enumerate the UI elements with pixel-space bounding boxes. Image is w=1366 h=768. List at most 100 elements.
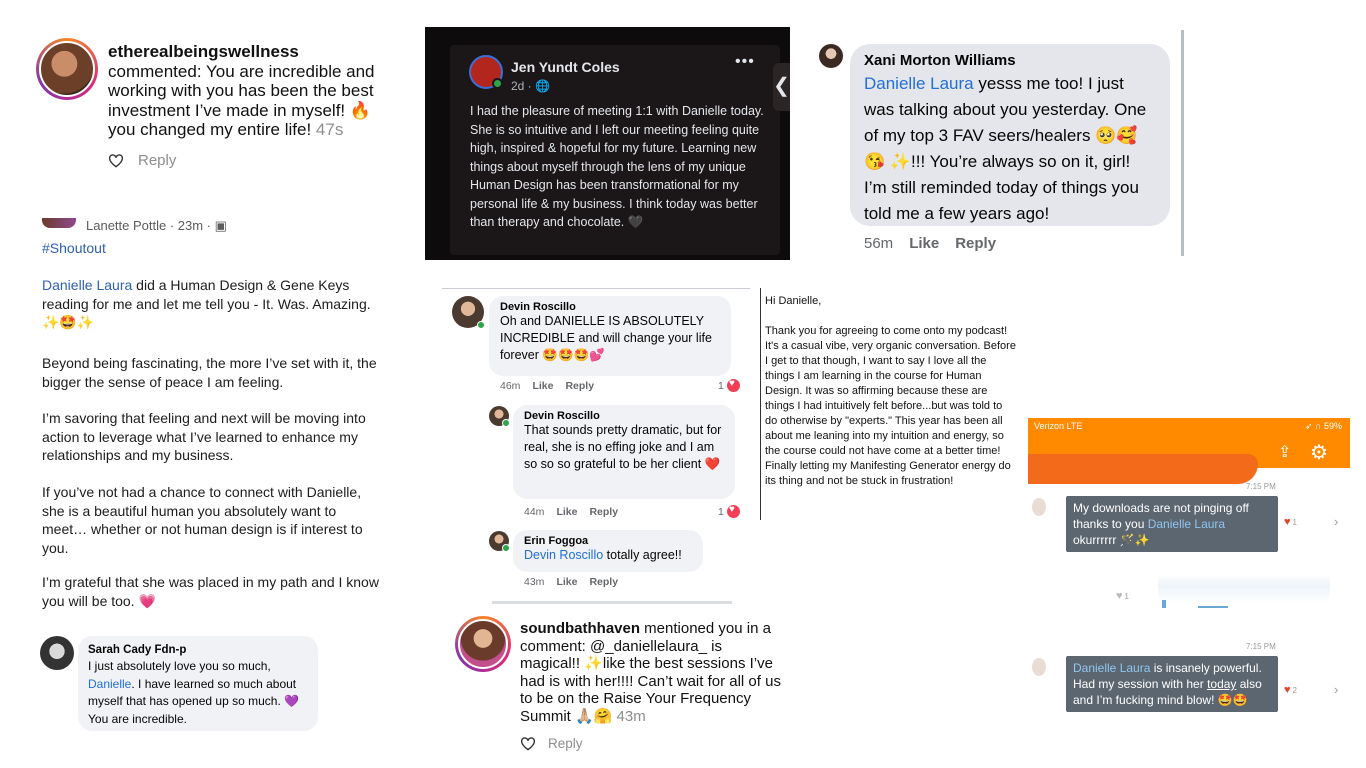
message-text: okurrrrrr 🪄✨ (1073, 533, 1150, 547)
comment-text: etherealbeingswellness commented: You ar… (108, 42, 398, 140)
redaction-mark (1162, 600, 1166, 608)
avatar[interactable] (455, 616, 511, 672)
paragraph-4: If you’ve not had a chance to connect wi… (42, 484, 363, 556)
avatar[interactable] (1032, 498, 1046, 516)
facebook-post-jen: Jen Yundt Coles 2d · 🌐 ••• ❮ I had the p… (425, 27, 790, 260)
reply-button[interactable]: Reply (955, 235, 996, 252)
facebook-comment-xani: Xani Morton Williams Danielle Laura yess… (815, 30, 1187, 258)
mention-link[interactable]: Danielle Laura (1148, 517, 1225, 531)
username[interactable]: soundbathhaven (520, 620, 640, 637)
redaction-smudge (1158, 574, 1330, 604)
timestamp: 7:15 PM (1246, 642, 1276, 651)
mention-link[interactable]: Danielle Laura (42, 277, 132, 293)
timestamp: 43m (616, 707, 646, 725)
comment-text: I just absolutely love you so much, Dani… (88, 658, 308, 728)
reaction-number: 1 (718, 379, 724, 392)
like-count[interactable]: ♥ 2 (1284, 684, 1297, 696)
heart-icon[interactable] (108, 153, 124, 168)
timestamp: 47s (315, 120, 344, 139)
redaction-scribble (1028, 454, 1258, 484)
like-button[interactable]: Like (556, 506, 577, 518)
avatar[interactable] (452, 296, 485, 329)
timestamp: 43m (524, 576, 545, 588)
paragraph-3: I’m savoring that feeling and next will … (42, 410, 366, 463)
comment-actions: 56m Like Reply (864, 235, 996, 252)
timestamp: 46m (500, 380, 521, 392)
reply-button[interactable]: Reply (138, 152, 176, 169)
comment-actions: Reply (108, 152, 176, 169)
like-button[interactable]: Like (909, 235, 939, 252)
heart-icon: ♥ (1284, 684, 1291, 696)
paragraph-2: Beyond being fascinating, the more I’ve … (42, 355, 377, 390)
chevron-right-icon[interactable]: › (1334, 682, 1338, 697)
avatar[interactable] (489, 531, 510, 552)
heart-icon: ♥ (1116, 590, 1123, 602)
instagram-comment-soundbathhaven: soundbathhaven mentioned you in a commen… (455, 612, 785, 762)
reply-button[interactable]: Reply (565, 380, 594, 392)
like-button[interactable]: Like (532, 380, 553, 392)
instagram-comment-ethereal: etherealbeingswellness commented: You ar… (30, 28, 400, 178)
reply-button[interactable]: Reply (548, 736, 583, 751)
divider (492, 601, 732, 604)
message-bubble: Danielle Laura is insanely powerful. Had… (1066, 656, 1278, 712)
gear-icon[interactable]: ⚙ (1310, 440, 1328, 465)
love-icon (726, 504, 740, 518)
avatar[interactable] (469, 55, 503, 89)
more-options-icon[interactable]: ••• (735, 53, 755, 71)
reply-button[interactable]: Reply (589, 506, 618, 518)
mention-link[interactable]: Danielle (88, 677, 131, 691)
mention-link[interactable]: Danielle Laura (1073, 661, 1150, 675)
divider (760, 288, 761, 520)
like-count[interactable]: ♥ 1 (1284, 516, 1297, 528)
mention-link[interactable]: Devin Roscillo (524, 548, 603, 562)
like-count[interactable]: ♥ 1 (1116, 590, 1129, 602)
comment-actions: Reply (520, 736, 583, 751)
share-icon[interactable]: ⇪ (1278, 442, 1296, 462)
message-bubble: My downloads are not pinging off thanks … (1066, 496, 1278, 552)
comment-bubble: Sarah Cady Fdn-p I just absolutely love … (78, 636, 318, 731)
avatar[interactable] (819, 44, 843, 68)
reaction-count[interactable]: 1 (718, 378, 740, 392)
avatar[interactable] (40, 636, 74, 670)
online-indicator (502, 544, 510, 552)
avatar[interactable] (36, 38, 98, 100)
chevron-right-icon[interactable]: › (1334, 514, 1338, 529)
comment-author[interactable]: Devin Roscillo (524, 410, 724, 422)
post-author[interactable]: Jen Yundt Coles (511, 59, 620, 75)
post-meta: 2d · 🌐 (511, 79, 550, 93)
avatar[interactable] (1032, 658, 1046, 676)
comment-text: Oh and DANIELLE IS ABSOLUTELY INCREDIBLE… (500, 314, 712, 362)
comment-actions: 43m Like Reply (524, 576, 618, 588)
heart-icon: ♥ (1284, 516, 1291, 528)
comment-text: Devin Roscillo totally agree!! (524, 547, 692, 564)
username[interactable]: etherealbeingswellness (108, 42, 299, 61)
online-indicator (477, 321, 485, 329)
carrier-label: Verizon LTE (1034, 421, 1083, 431)
timestamp: 7:15 PM (1246, 482, 1276, 491)
comment-actions: 44m Like Reply (524, 506, 618, 518)
comment-text: That sounds pretty dramatic, but for rea… (524, 423, 722, 471)
comment-body: yesss me too! I just was talking about y… (864, 74, 1147, 223)
like-number: 1 (1124, 591, 1129, 601)
reaction-count[interactable]: 1 (718, 504, 740, 518)
status-bar: Verizon LTE ➶ ∩ 59% (1028, 418, 1350, 440)
comment-author[interactable]: Sarah Cady Fdn-p (88, 644, 308, 656)
comment-author[interactable]: Xani Morton Williams (864, 52, 1156, 69)
message-text: today (1207, 677, 1237, 691)
facebook-comment-sarah: Sarah Cady Fdn-p I just absolutely love … (38, 634, 328, 734)
comment-author[interactable]: Devin Roscillo (500, 301, 720, 313)
avatar[interactable] (489, 406, 510, 427)
reply-button[interactable]: Reply (589, 576, 618, 588)
post-header: Lanette Pottle · 23m · ▣ (86, 218, 227, 233)
like-button[interactable]: Like (556, 576, 577, 588)
timestamp: 44m (524, 506, 545, 518)
facebook-post-lanette: Lanette Pottle · 23m · ▣ #Shoutout Danie… (30, 210, 390, 620)
love-icon (726, 378, 740, 392)
avatar[interactable] (42, 218, 76, 228)
comment-author[interactable]: Erin Foggoa (524, 535, 692, 547)
email-body: Hi Danielle, Thank you for agreeing to c… (765, 294, 1017, 489)
email-message: Hi Danielle, Thank you for agreeing to c… (760, 288, 1020, 523)
heart-icon[interactable] (520, 736, 536, 751)
hashtag-link[interactable]: #Shoutout (42, 240, 106, 256)
mention-link[interactable]: Danielle Laura (864, 74, 974, 93)
